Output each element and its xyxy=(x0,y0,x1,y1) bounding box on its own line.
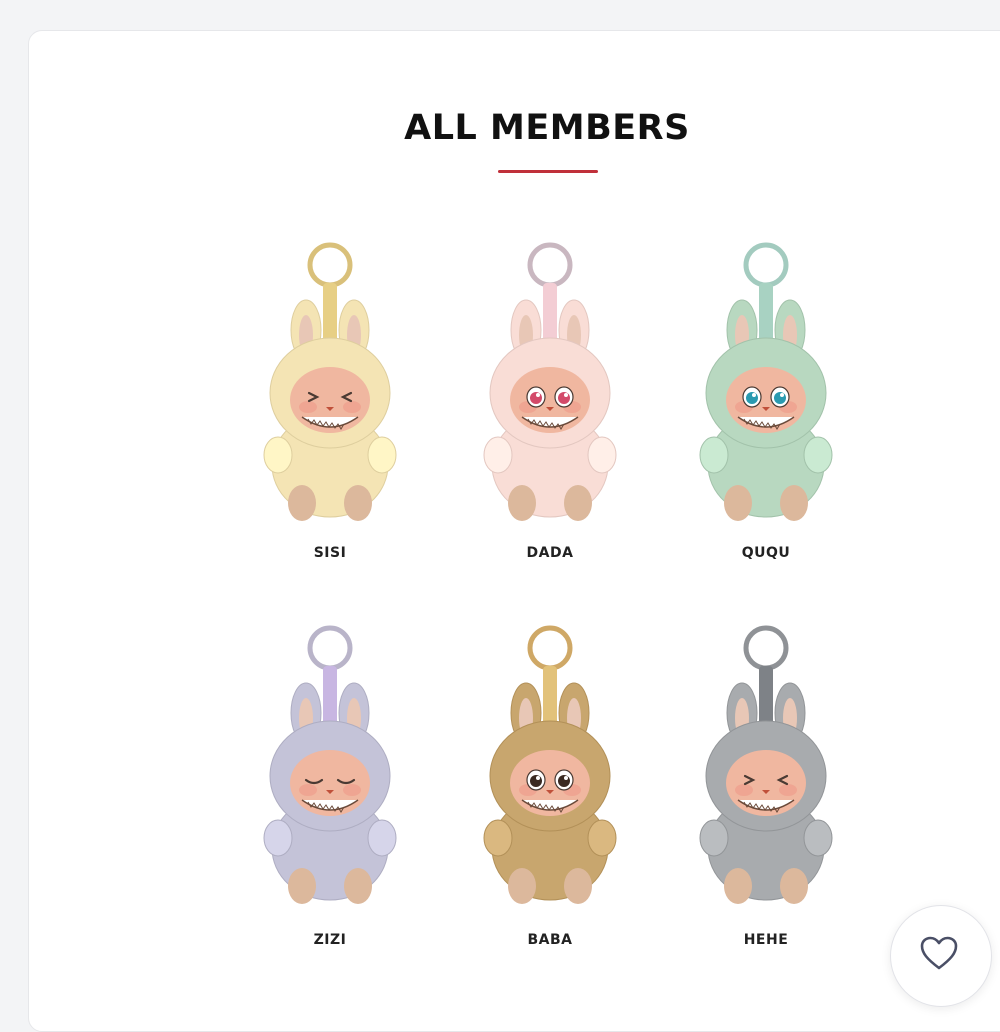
member-name: HEHE xyxy=(743,932,789,948)
member-card-ququ[interactable]: QUQU xyxy=(676,235,856,565)
member-card-hehe[interactable]: HEHE xyxy=(676,618,856,948)
member-card-dada[interactable]: DADA xyxy=(460,235,640,565)
keyring-icon xyxy=(743,625,789,671)
section-title: ALL MEMBERS xyxy=(404,108,690,148)
member-name: DADA xyxy=(526,545,574,561)
member-name: SISI xyxy=(313,545,347,561)
member-name: BABA xyxy=(527,932,573,948)
member-name: QUQU xyxy=(741,545,791,561)
title-underline xyxy=(498,170,598,173)
member-name: ZIZI xyxy=(313,932,347,948)
keyring-icon xyxy=(743,242,789,288)
keyring-icon xyxy=(307,242,353,288)
heart-outline-icon xyxy=(920,936,958,970)
keyring-icon xyxy=(527,625,573,671)
member-card-baba[interactable]: BABA xyxy=(460,618,640,948)
member-card-zizi[interactable]: ZIZI xyxy=(240,618,420,948)
keyring-icon xyxy=(307,625,353,671)
keyring-icon xyxy=(527,242,573,288)
member-card-sisi[interactable]: SISI xyxy=(240,235,420,565)
favorite-button[interactable] xyxy=(890,905,992,1007)
